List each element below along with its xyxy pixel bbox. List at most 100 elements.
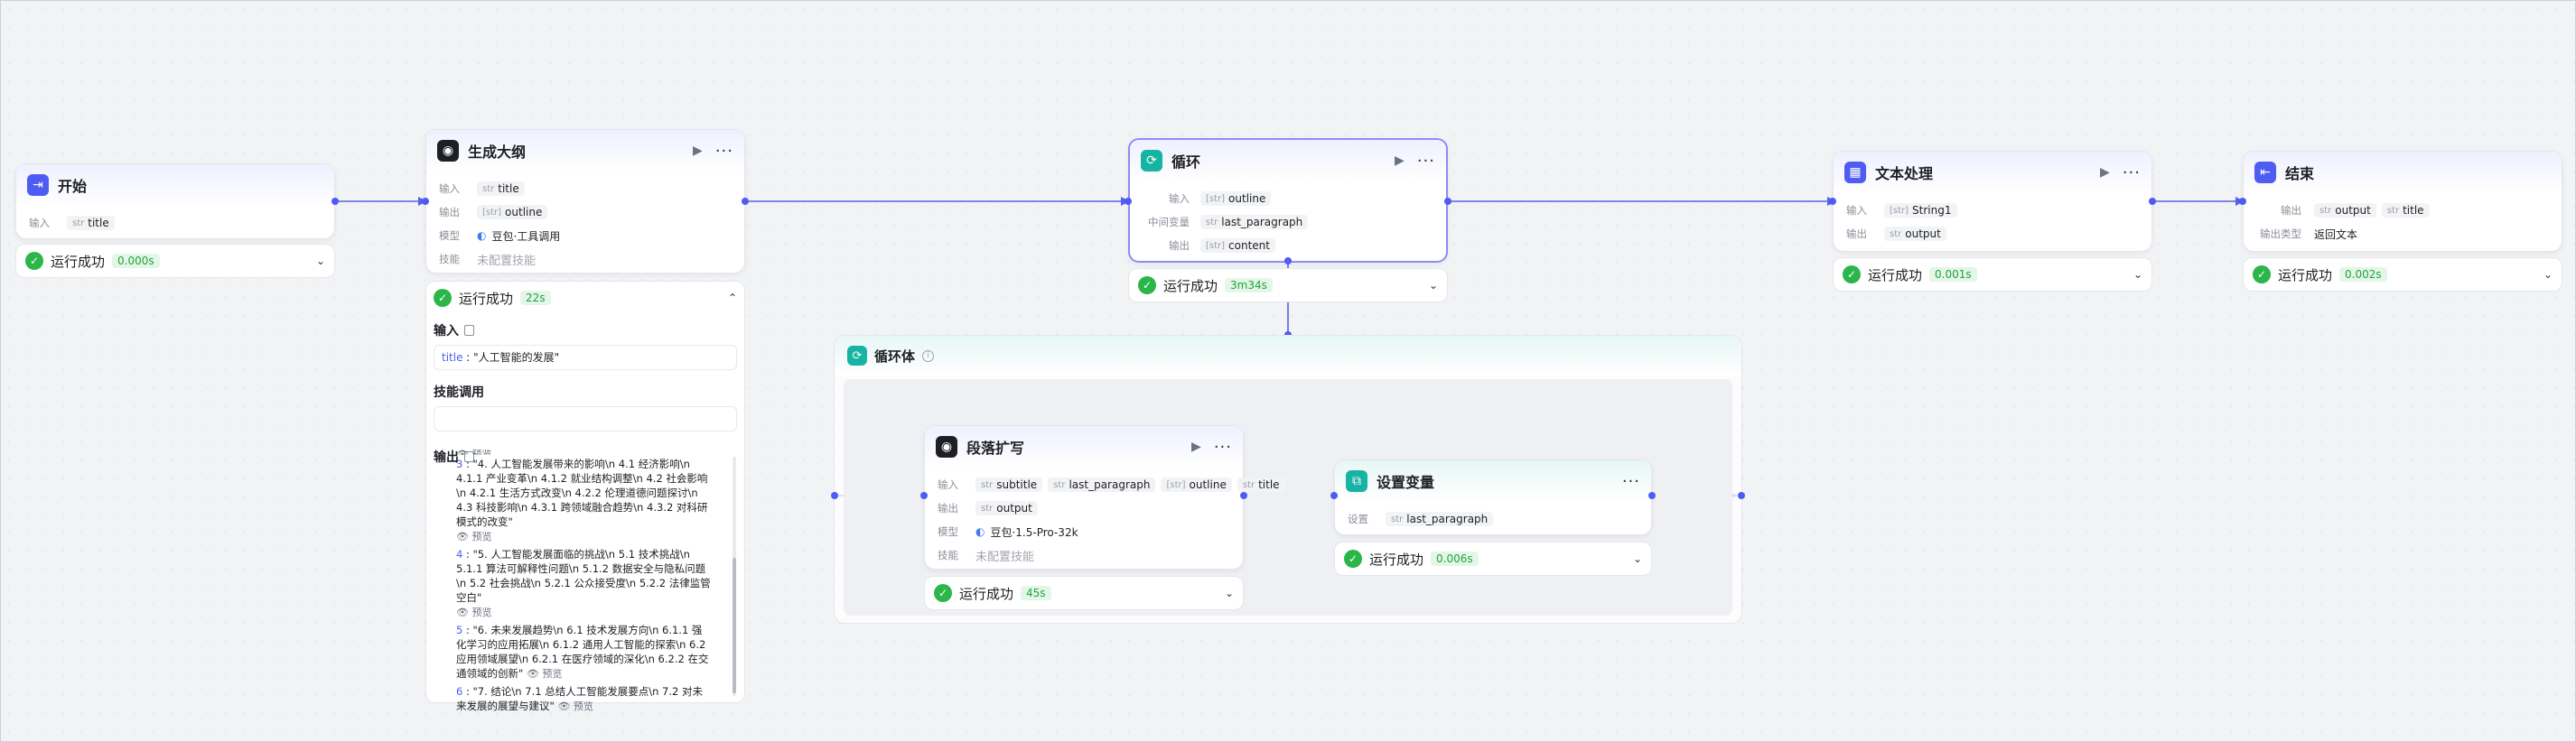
status-text: 运行成功 xyxy=(1369,551,1424,568)
output-type-value: 返回文本 xyxy=(2314,227,2358,241)
play-icon[interactable]: ▶ xyxy=(693,144,703,158)
output-port[interactable] xyxy=(1240,492,1247,499)
play-icon[interactable]: ▶ xyxy=(2100,165,2110,180)
status-text-node[interactable]: ✓ 运行成功 0.001s ⌄ xyxy=(1833,257,2152,292)
status-text: 运行成功 xyxy=(51,253,106,270)
node-setvar[interactable]: ⧉ 设置变量 ··· 设置 str last_paragraph xyxy=(1334,459,1652,535)
status-loop[interactable]: ✓ 运行成功 3m34s ⌄ xyxy=(1128,268,1448,302)
status-text: 运行成功 xyxy=(1868,266,1923,283)
variable-icon: ⧉ xyxy=(1346,470,1367,492)
output-port[interactable] xyxy=(2149,198,2156,205)
output-port[interactable] xyxy=(1648,492,1656,499)
loop-port[interactable] xyxy=(1284,257,1292,264)
field-label: 输出 xyxy=(1169,239,1190,252)
node-title: 设置变量 xyxy=(1377,474,1435,491)
copy-icon[interactable] xyxy=(464,325,474,336)
chevron-up-icon[interactable]: ⌃ xyxy=(728,292,737,304)
status-paragraph[interactable]: ✓ 运行成功 45s ⌄ xyxy=(924,576,1244,610)
more-icon[interactable]: ··· xyxy=(1214,438,1232,457)
input-port[interactable] xyxy=(1330,492,1338,499)
var-tag: str output xyxy=(975,501,1038,515)
var-tag: str subtitle xyxy=(975,478,1043,492)
play-icon[interactable]: ▶ xyxy=(1191,440,1201,454)
list-item: 3 : "4. 人工智能发展带来的影响\n 4.1 经济影响\n 4.1.1 产… xyxy=(456,458,708,543)
check-icon: ✓ xyxy=(2253,265,2271,283)
time-badge: 0.006s xyxy=(1431,552,1479,566)
chevron-down-icon[interactable]: ⌄ xyxy=(316,255,325,267)
loop-body-end-port[interactable] xyxy=(1738,492,1745,499)
node-end[interactable]: ⇤ 结束 输出 str output str title 输出类型 返回文本 xyxy=(2243,151,2562,252)
skill-section-title: 技能调用 xyxy=(434,385,484,400)
input-port[interactable] xyxy=(1829,198,1836,205)
input-port[interactable] xyxy=(920,492,928,499)
var-tag: str title xyxy=(477,181,525,196)
skill-value-box xyxy=(434,406,737,431)
node-title: 生成大纲 xyxy=(468,144,527,161)
loop-icon: ⟳ xyxy=(847,346,867,366)
var-tag: [str] content xyxy=(1200,238,1275,253)
var-tag: str output xyxy=(2314,203,2376,218)
scrollbar[interactable] xyxy=(733,457,736,696)
node-outline[interactable]: ◉ 生成大纲 ▶ ··· 输入 str title 输出 [str] outline 模… xyxy=(425,129,745,274)
status-text: 运行成功 xyxy=(459,290,514,307)
list-item: 4 : "5. 人工智能发展面临的挑战\n 5.1 技术挑战\n 5.1.1 算… xyxy=(456,548,711,618)
input-section-title: 输入 xyxy=(426,321,744,339)
var-tag: str title xyxy=(2381,203,2430,218)
field-label: 输入 xyxy=(29,217,50,229)
model-icon: ◐ xyxy=(975,525,985,538)
chevron-down-icon[interactable]: ⌄ xyxy=(2133,268,2142,281)
model-value: 豆包·工具调用 xyxy=(491,229,561,243)
field-label: 输入 xyxy=(439,182,460,195)
more-icon[interactable]: ··· xyxy=(2123,163,2141,182)
input-port[interactable] xyxy=(2239,198,2246,205)
info-icon[interactable]: i xyxy=(922,349,935,362)
status-setvar[interactable]: ✓ 运行成功 0.006s ⌄ xyxy=(1334,542,1652,576)
status-end[interactable]: ✓ 运行成功 0.002s ⌄ xyxy=(2243,257,2562,292)
preview-link[interactable]: 👁 预览 xyxy=(557,700,593,712)
preview-link[interactable]: 👁 预览 xyxy=(456,607,491,618)
list-item: 6 : "7. 结论\n 7.1 总结人工智能发展要点\n 7.2 对未来发展的… xyxy=(456,685,703,712)
status-start[interactable]: ✓ 运行成功 0.000s ⌄ xyxy=(15,244,335,278)
status-text: 运行成功 xyxy=(2278,266,2333,283)
status-text: 运行成功 xyxy=(959,585,1014,602)
more-icon[interactable]: ··· xyxy=(1622,472,1640,491)
input-port[interactable] xyxy=(422,198,429,205)
node-title: 结束 xyxy=(2285,165,2315,182)
play-icon[interactable]: ▶ xyxy=(1395,153,1405,168)
scrollbar-thumb[interactable] xyxy=(733,558,736,693)
preview-link[interactable]: 👁 预览 xyxy=(456,448,711,455)
status-text: 运行成功 xyxy=(1163,277,1218,294)
node-title: 循环 xyxy=(1171,153,1201,171)
check-icon: ✓ xyxy=(934,584,952,602)
loop-body-title: 循环体 xyxy=(874,348,916,365)
var-tag: str last_paragraph xyxy=(1386,512,1494,526)
output-port[interactable] xyxy=(1444,198,1451,205)
field-label: 输出类型 xyxy=(2260,227,2301,240)
chevron-down-icon[interactable]: ⌄ xyxy=(2543,268,2553,281)
field-label: 模型 xyxy=(439,229,460,242)
loop-icon: ⟳ xyxy=(1141,150,1162,172)
var-tag: [str] outline xyxy=(1161,478,1232,492)
loop-body-start-port[interactable] xyxy=(831,492,838,499)
more-icon[interactable]: ··· xyxy=(715,142,733,161)
chevron-down-icon[interactable]: ⌄ xyxy=(1225,587,1234,599)
preview-link[interactable]: 👁 预览 xyxy=(527,668,562,680)
input-port[interactable] xyxy=(1125,198,1132,205)
node-text[interactable]: ▦ 文本处理 ▶ ··· 输入 [str] String1 输出 str output xyxy=(1833,151,2152,252)
node-title: 文本处理 xyxy=(1875,165,1934,182)
node-loop[interactable]: ⟳ 循环 ▶ ··· 输入 [str] outline 中间变量 str last_pa… xyxy=(1128,138,1448,263)
chevron-down-icon[interactable]: ⌄ xyxy=(1633,552,1642,565)
field-label: 输出 xyxy=(2281,204,2301,217)
node-paragraph[interactable]: ◉ 段落扩写 ▶ ··· 输入 str subtitle str last_para… xyxy=(924,425,1285,570)
field-label: 技能 xyxy=(439,253,460,265)
chevron-down-icon[interactable]: ⌄ xyxy=(1429,279,1438,292)
field-label: 输出 xyxy=(1846,227,1867,240)
output-port[interactable] xyxy=(742,198,749,205)
check-icon: ✓ xyxy=(1138,276,1156,294)
preview-link[interactable]: 👁 预览 xyxy=(456,531,491,543)
node-start[interactable]: ⇥ 开始 输入 str title xyxy=(15,163,335,239)
output-list: 👁 预览 3 : "4. 人工智能发展带来的影响\n 4.1 经济影响\n 4.… xyxy=(456,448,711,717)
output-port[interactable] xyxy=(331,198,339,205)
more-icon[interactable]: ··· xyxy=(1417,152,1435,171)
field-label: 输入 xyxy=(1169,192,1190,205)
